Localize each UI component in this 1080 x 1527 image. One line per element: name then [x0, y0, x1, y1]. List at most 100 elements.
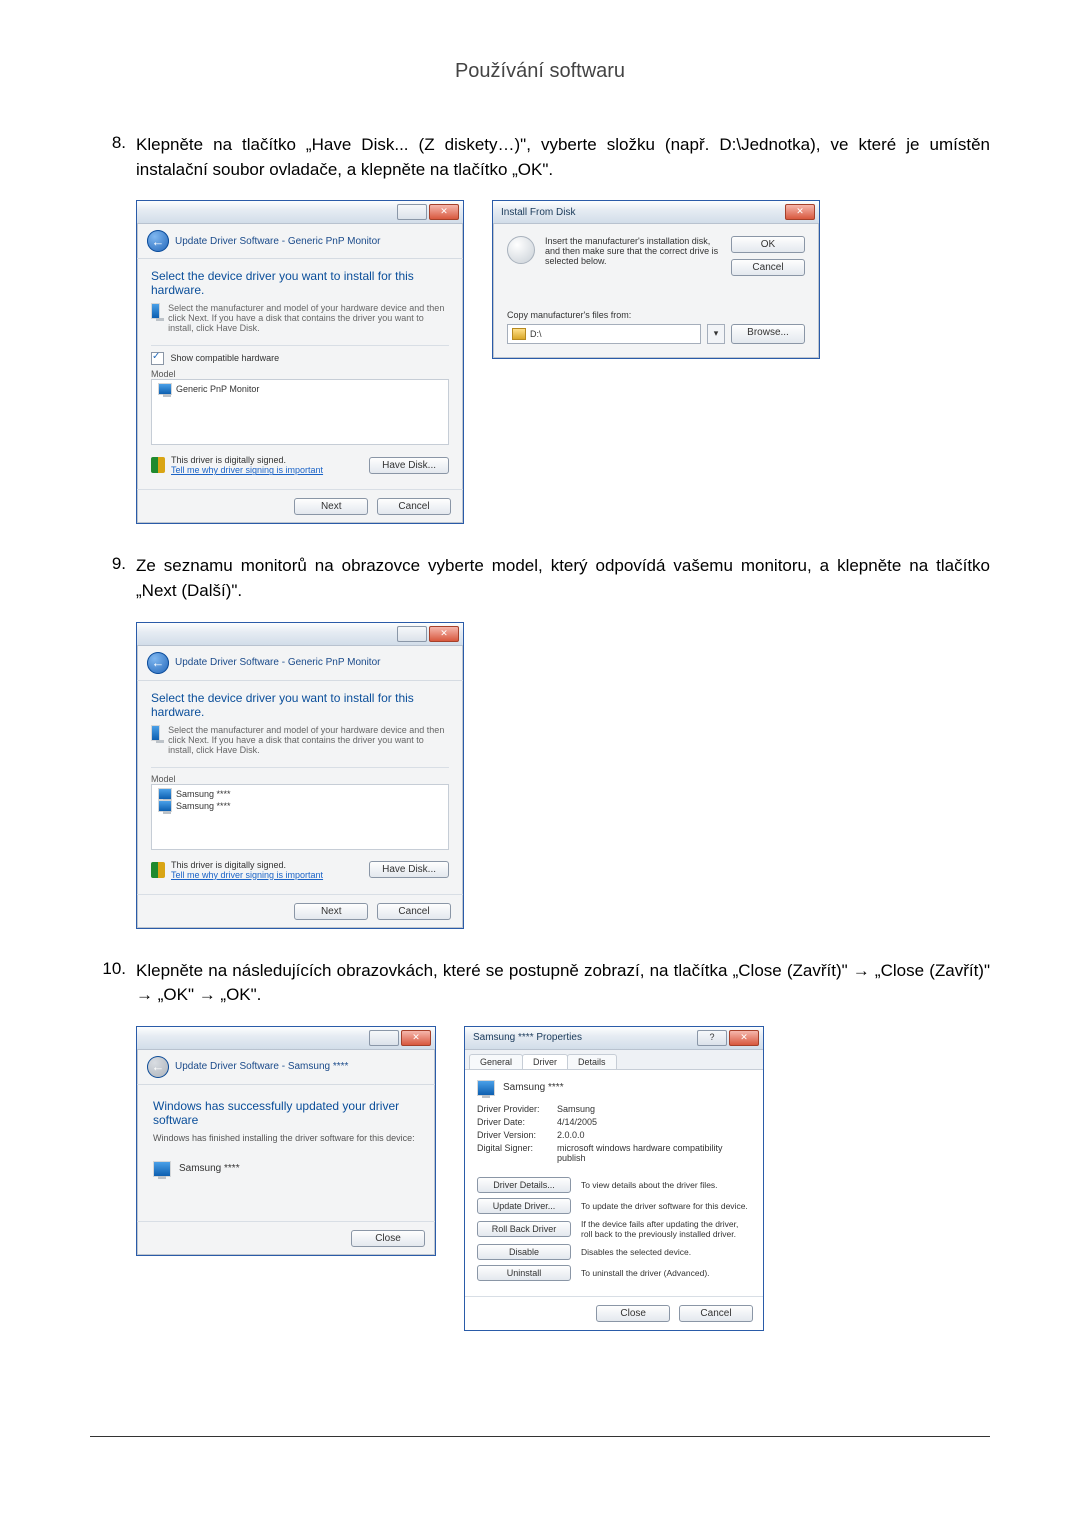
breadcrumb: Update Driver Software - Generic PnP Mon…: [175, 236, 380, 247]
footer-divider: [90, 1436, 990, 1437]
show-compatible-checkbox[interactable]: [151, 352, 164, 365]
driver-details-button[interactable]: Driver Details...: [477, 1177, 571, 1193]
shield-icon: [151, 862, 165, 878]
monitor-icon: [151, 303, 160, 319]
dialog-title: Install From Disk: [501, 207, 575, 218]
cancel-button[interactable]: Cancel: [377, 903, 451, 920]
update-driver-dialog-1: ✕ ← Update Driver Software - Generic PnP…: [136, 200, 464, 524]
label-version: Driver Version:: [477, 1130, 557, 1140]
step-number: 10.: [90, 959, 136, 1008]
signing-link[interactable]: Tell me why driver signing is important: [171, 465, 363, 475]
tab-general[interactable]: General: [469, 1054, 523, 1069]
help-icon[interactable]: ?: [697, 1030, 727, 1046]
close-icon[interactable]: ✕: [401, 1030, 431, 1046]
shield-icon: [151, 457, 165, 473]
cancel-button[interactable]: Cancel: [679, 1305, 753, 1322]
back-icon: ←: [147, 1056, 169, 1078]
update-driver-button[interactable]: Update Driver...: [477, 1198, 571, 1214]
step-number: 8.: [90, 133, 136, 182]
dialog-heading: Windows has successfully updated your dr…: [153, 1099, 419, 1127]
have-disk-button[interactable]: Have Disk...: [369, 861, 449, 878]
label-signer: Digital Signer:: [477, 1143, 557, 1163]
model-listbox[interactable]: Generic PnP Monitor: [151, 379, 449, 445]
signing-link[interactable]: Tell me why driver signing is important: [171, 870, 363, 880]
dialog-heading: Select the device driver you want to ins…: [151, 691, 449, 719]
update-driver-desc: To update the driver software for this d…: [581, 1201, 751, 1211]
breadcrumb: Update Driver Software - Samsung ****: [175, 1061, 348, 1072]
minimize-icon[interactable]: [369, 1030, 399, 1046]
disable-desc: Disables the selected device.: [581, 1247, 751, 1257]
ok-button[interactable]: OK: [731, 236, 805, 253]
close-icon[interactable]: ✕: [429, 626, 459, 642]
value-provider: Samsung: [557, 1104, 751, 1114]
close-button[interactable]: Close: [596, 1305, 670, 1322]
monitor-icon: [153, 1161, 171, 1177]
minimize-icon[interactable]: [397, 204, 427, 220]
monitor-icon: [158, 383, 172, 395]
model-label: Model: [151, 369, 449, 379]
update-driver-dialog-2: ✕ ← Update Driver Software - Generic PnP…: [136, 622, 464, 929]
minimize-icon[interactable]: [397, 626, 427, 642]
signed-text: This driver is digitally signed.: [171, 455, 363, 465]
rollback-driver-button[interactable]: Roll Back Driver: [477, 1221, 571, 1237]
properties-dialog: Samsung **** Properties ? ✕ General Driv…: [464, 1026, 764, 1331]
breadcrumb: Update Driver Software - Generic PnP Mon…: [175, 657, 380, 668]
value-version: 2.0.0.0: [557, 1130, 751, 1140]
back-icon[interactable]: ←: [147, 230, 169, 252]
dialog-heading: Select the device driver you want to ins…: [151, 269, 449, 297]
uninstall-desc: To uninstall the driver (Advanced).: [581, 1268, 751, 1278]
tab-details[interactable]: Details: [567, 1054, 617, 1069]
driver-details-desc: To view details about the driver files.: [581, 1180, 751, 1190]
update-success-dialog: ✕ ← Update Driver Software - Samsung ***…: [136, 1026, 436, 1256]
have-disk-button[interactable]: Have Disk...: [369, 457, 449, 474]
close-icon[interactable]: ✕: [429, 204, 459, 220]
install-message: Insert the manufacturer's installation d…: [545, 236, 721, 266]
path-input[interactable]: D:\: [507, 324, 701, 344]
cancel-button[interactable]: Cancel: [377, 498, 451, 515]
close-button[interactable]: Close: [351, 1230, 425, 1247]
device-name: Samsung ****: [503, 1082, 564, 1093]
cancel-button[interactable]: Cancel: [731, 259, 805, 276]
monitor-icon: [158, 788, 172, 800]
dialog-subtext: Select the manufacturer and model of you…: [168, 303, 449, 333]
value-date: 4/14/2005: [557, 1117, 751, 1127]
label-date: Driver Date:: [477, 1117, 557, 1127]
step-text: Ze seznamu monitorů na obrazovce vyberte…: [136, 554, 990, 603]
model-item[interactable]: Samsung ****: [176, 801, 231, 811]
page-title: Používání softwaru: [90, 60, 990, 83]
browse-button[interactable]: Browse...: [731, 324, 805, 344]
model-item[interactable]: Samsung ****: [176, 789, 231, 799]
path-dropdown[interactable]: ▾: [707, 324, 725, 344]
step-text: Klepněte na tlačítko „Have Disk... (Z di…: [136, 133, 990, 182]
path-value: D:\: [530, 329, 542, 339]
tab-driver[interactable]: Driver: [522, 1054, 568, 1069]
rollback-driver-desc: If the device fails after updating the d…: [581, 1219, 751, 1239]
model-listbox[interactable]: Samsung **** Samsung ****: [151, 784, 449, 850]
disable-button[interactable]: Disable: [477, 1244, 571, 1260]
device-name: Samsung ****: [179, 1163, 240, 1174]
dialog-subtext: Select the manufacturer and model of you…: [168, 725, 449, 755]
folder-icon: [512, 328, 526, 340]
value-signer: microsoft windows hardware compatibility…: [557, 1143, 751, 1163]
monitor-icon: [477, 1080, 495, 1096]
model-label: Model: [151, 774, 449, 784]
monitor-icon: [151, 725, 160, 741]
disk-icon: [507, 236, 535, 264]
model-item[interactable]: Generic PnP Monitor: [176, 384, 259, 394]
copy-from-label: Copy manufacturer's files from:: [507, 310, 805, 320]
close-icon[interactable]: ✕: [729, 1030, 759, 1046]
monitor-icon: [158, 800, 172, 812]
signed-text: This driver is digitally signed.: [171, 860, 363, 870]
next-button[interactable]: Next: [294, 903, 368, 920]
success-line: Windows has finished installing the driv…: [153, 1133, 419, 1143]
show-compatible-label: Show compatible hardware: [171, 353, 280, 363]
dialog-title: Samsung **** Properties: [473, 1032, 582, 1043]
uninstall-button[interactable]: Uninstall: [477, 1265, 571, 1281]
install-from-disk-dialog: Install From Disk ✕ Insert the manufactu…: [492, 200, 820, 359]
label-provider: Driver Provider:: [477, 1104, 557, 1114]
close-icon[interactable]: ✕: [785, 204, 815, 220]
back-icon[interactable]: ←: [147, 652, 169, 674]
next-button[interactable]: Next: [294, 498, 368, 515]
step-number: 9.: [90, 554, 136, 603]
step-text: Klepněte na následujících obrazovkách, k…: [136, 959, 990, 1008]
